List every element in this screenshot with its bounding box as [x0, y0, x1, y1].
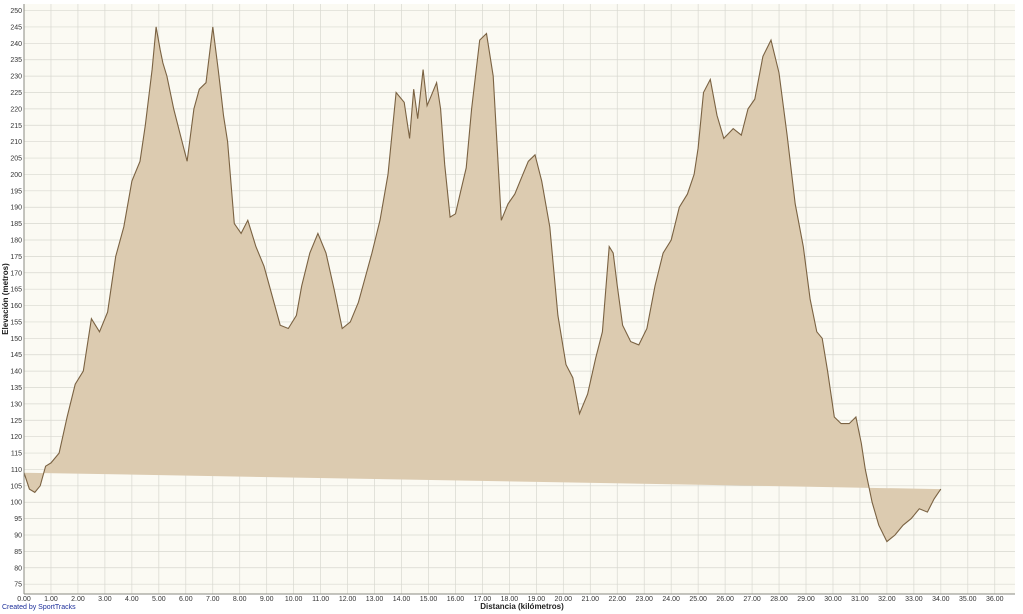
x-tick-label: 27.00: [743, 596, 761, 603]
y-tick-label: 170: [10, 270, 22, 277]
x-axis-label: Distancia (kilómetros): [480, 602, 564, 611]
y-tick-label: 220: [10, 106, 22, 113]
y-tick-labels: 75 80 85 90 95 100 105 110 115 120 125 130 135 140 145…: [10, 8, 22, 589]
y-tick-label: 135: [10, 385, 22, 392]
x-tick-label: 3.00: [98, 596, 112, 603]
x-tick-label: 8.00: [233, 596, 247, 603]
y-tick-label: 200: [10, 172, 22, 179]
x-tick-label: 24.00: [662, 596, 680, 603]
y-tick-label: 95: [14, 516, 22, 523]
x-tick-label: 30.00: [824, 596, 842, 603]
y-tick-label: 240: [10, 41, 22, 48]
y-tick-label: 130: [10, 401, 22, 408]
y-tick-label: 155: [10, 319, 22, 326]
x-tick-label: 11.00: [312, 596, 329, 603]
x-tick-label: 28.00: [770, 596, 788, 603]
y-tick-label: 215: [10, 123, 22, 130]
y-tick-label: 120: [10, 434, 22, 441]
x-tick-label: 5.00: [152, 596, 166, 603]
x-tick-label: 4.00: [125, 596, 139, 603]
x-tick-label: 25.00: [689, 596, 707, 603]
y-tick-label: 100: [10, 500, 22, 507]
chart-svg: 75 80 85 90 95 100 105 110 115 120 125 130 135 140 145…: [1, 4, 1015, 611]
x-tick-label: 6.00: [179, 596, 193, 603]
x-tick-label: 2.00: [71, 596, 85, 603]
x-tick-label: 15.00: [420, 596, 438, 603]
y-axis-label: Elevación (metros): [1, 263, 10, 335]
y-tick-label: 235: [10, 57, 22, 64]
y-tick-label: 85: [14, 549, 22, 556]
y-tick-label: 225: [10, 90, 22, 97]
y-tick-label: 115: [11, 451, 22, 458]
y-tick-label: 80: [14, 565, 22, 572]
x-tick-label: 33.00: [905, 596, 923, 603]
x-tick-label: 32.00: [878, 596, 896, 603]
elevation-chart: 75 80 85 90 95 100 105 110 115 120 125 130 135 140 145…: [0, 0, 1023, 614]
created-by-sporttracks-link[interactable]: Created by SportTracks: [2, 604, 76, 611]
x-tick-label: 13.00: [366, 596, 384, 603]
x-tick-label: 7.00: [206, 596, 220, 603]
y-tick-label: 190: [10, 205, 22, 212]
y-tick-label: 145: [10, 352, 22, 359]
x-tick-label: 12.00: [339, 596, 357, 603]
y-tick-label: 250: [10, 8, 22, 15]
y-tick-label: 245: [10, 24, 22, 31]
y-tick-label: 205: [10, 156, 22, 163]
y-tick-label: 125: [10, 418, 22, 425]
x-tick-label: 31.00: [851, 596, 869, 603]
x-tick-label: 23.00: [635, 596, 653, 603]
y-tick-label: 110: [11, 467, 22, 474]
x-tick-label: 1.00: [44, 596, 58, 603]
y-tick-label: 150: [10, 336, 22, 343]
y-tick-label: 210: [10, 139, 22, 146]
y-tick-label: 195: [10, 188, 22, 195]
y-tick-label: 90: [14, 533, 22, 540]
x-tick-label: 10.00: [285, 596, 303, 603]
y-tick-label: 185: [10, 221, 22, 228]
x-tick-label: 22.00: [608, 596, 626, 603]
y-tick-label: 160: [10, 303, 22, 310]
y-tick-label: 175: [10, 254, 22, 261]
x-tick-label: 9.00: [260, 596, 274, 603]
x-tick-label: 36.00: [986, 596, 1004, 603]
x-tick-label: 0.00: [17, 596, 31, 603]
x-tick-label: 29.00: [797, 596, 815, 603]
x-tick-label: 35.00: [959, 596, 977, 603]
y-tick-label: 180: [10, 238, 22, 245]
y-tick-label: 105: [10, 483, 22, 490]
x-tick-label: 16.00: [447, 596, 465, 603]
y-tick-label: 140: [10, 369, 22, 376]
y-tick-label: 165: [10, 287, 22, 294]
x-tick-label: 14.00: [393, 596, 411, 603]
x-tick-label: 34.00: [932, 596, 950, 603]
y-tick-label: 75: [14, 582, 22, 589]
x-tick-label: 21.00: [582, 596, 600, 603]
x-tick-label: 26.00: [716, 596, 734, 603]
y-tick-label: 230: [10, 74, 22, 81]
